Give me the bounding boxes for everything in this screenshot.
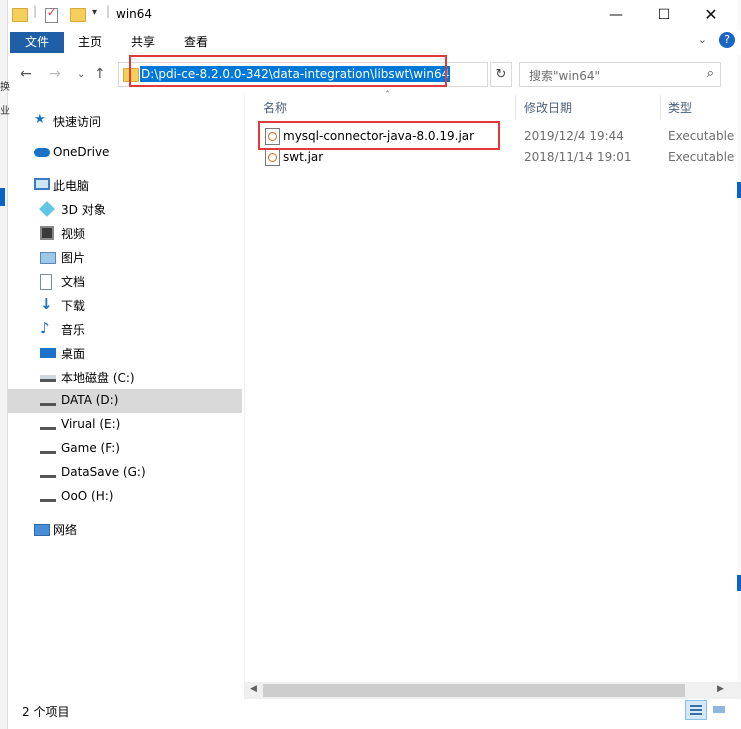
tab-home[interactable]: 主页	[72, 32, 108, 53]
desktop-icon	[40, 348, 56, 358]
folder-icon	[12, 8, 28, 22]
download-icon: ↓	[40, 295, 53, 313]
expand-ribbon-icon[interactable]: ⌄	[698, 33, 707, 46]
picture-icon	[40, 252, 56, 264]
tab-share[interactable]: 共享	[125, 32, 161, 53]
navigation-pane: ★ 快速访问 OneDrive 此电脑 3D 对象 视频 图片 文档 ↓ 下载 …	[8, 95, 244, 700]
nav-this-pc[interactable]: 此电脑	[8, 173, 242, 197]
address-highlight-box	[129, 55, 447, 87]
drive-icon	[40, 449, 56, 454]
window-title: win64	[116, 7, 153, 21]
separator: |	[33, 4, 38, 18]
column-divider[interactable]	[515, 95, 516, 119]
nav-desktop[interactable]: 桌面	[8, 341, 242, 365]
refresh-button[interactable]: ↻	[490, 62, 512, 87]
file-name: swt.jar	[283, 150, 324, 164]
nav-music[interactable]: ♪ 音乐	[8, 317, 242, 341]
nav-pictures[interactable]: 图片	[8, 245, 242, 269]
drive-icon	[40, 497, 56, 502]
separator: |	[106, 4, 111, 18]
nav-downloads[interactable]: ↓ 下载	[8, 293, 242, 317]
drive-c-icon	[40, 375, 56, 382]
item-count: 2 个项目	[22, 705, 70, 719]
status-bar: 2 个项目	[8, 700, 741, 729]
nav-drive-d[interactable]: DATA (D:)	[8, 389, 242, 413]
address-row: ← → ⌄ ↑ D:\pdi-ce-8.2.0.0-342\data-integ…	[8, 55, 741, 101]
recent-locations-icon[interactable]: ⌄	[77, 69, 85, 80]
music-icon: ♪	[40, 319, 50, 337]
nav-network[interactable]: 网络	[8, 517, 242, 541]
nav-drive-g[interactable]: DataSave (G:)	[8, 461, 242, 485]
new-folder-icon[interactable]	[70, 8, 86, 22]
nav-drive-e[interactable]: Virual (E:)	[8, 413, 242, 437]
background-window-edge: 换 业	[0, 0, 10, 729]
file-modified: 2019/12/4 19:44	[524, 129, 624, 143]
horizontal-scrollbar[interactable]: ◀ ▶	[245, 682, 741, 699]
file-list: ˆ 名称 修改日期 类型 mysql-connector-java-8.0.19…	[245, 91, 741, 685]
title-bar[interactable]: | ✓ ▾ | win64 — ☐ ✕	[8, 0, 741, 30]
nav-onedrive[interactable]: OneDrive	[8, 141, 242, 165]
column-divider[interactable]	[660, 95, 661, 119]
search-icon: ⌕	[706, 66, 714, 81]
nav-drive-c[interactable]: 本地磁盘 (C:)	[8, 365, 242, 389]
ribbon-tabs: 文件 主页 共享 查看 ⌄ ?	[8, 30, 741, 55]
properties-icon[interactable]: ✓	[45, 6, 58, 23]
cube-icon	[39, 201, 55, 217]
help-button[interactable]: ?	[719, 32, 735, 48]
nav-quick-access[interactable]: ★ 快速访问	[8, 109, 242, 133]
scroll-right-icon[interactable]: ▶	[717, 684, 724, 694]
star-icon: ★	[34, 112, 46, 127]
jar-file-icon	[265, 149, 280, 166]
file-modified: 2018/11/14 19:01	[524, 150, 632, 164]
drive-icon	[40, 473, 56, 478]
background-selection	[0, 188, 5, 206]
drive-icon	[40, 425, 56, 430]
scroll-left-icon[interactable]: ◀	[250, 684, 257, 694]
cloud-icon	[34, 148, 50, 157]
minimize-button[interactable]: —	[593, 0, 639, 30]
computer-icon	[34, 178, 50, 190]
back-button[interactable]: ←	[20, 66, 32, 82]
column-header-type[interactable]: 类型	[668, 99, 692, 116]
search-placeholder: 搜索"win64"	[529, 69, 601, 83]
column-header-modified[interactable]: 修改日期	[524, 99, 572, 116]
column-header-name[interactable]: 名称	[263, 99, 287, 116]
nav-3d-objects[interactable]: 3D 对象	[8, 197, 242, 221]
file-type: Executable	[668, 129, 735, 143]
nav-documents[interactable]: 文档	[8, 269, 242, 293]
up-button[interactable]: ↑	[94, 66, 106, 82]
file-highlight-box	[258, 121, 500, 150]
document-icon	[40, 274, 52, 290]
file-row[interactable]: swt.jar 2018/11/14 19:01 Executable	[255, 147, 741, 168]
tab-file[interactable]: 文件	[10, 32, 64, 53]
nav-videos[interactable]: 视频	[8, 221, 242, 245]
file-type: Executable	[668, 150, 735, 164]
nav-drive-h[interactable]: OoO (H:)	[8, 485, 242, 509]
nav-drive-f[interactable]: Game (F:)	[8, 437, 242, 461]
drive-icon	[40, 401, 56, 406]
maximize-button[interactable]: ☐	[641, 0, 687, 30]
forward-button[interactable]: →	[49, 66, 61, 82]
network-icon	[34, 524, 50, 536]
details-view-button[interactable]	[685, 700, 707, 720]
search-input[interactable]: 搜索"win64" ⌕	[519, 62, 721, 87]
video-icon	[40, 226, 54, 240]
large-icons-view-button[interactable]	[708, 700, 730, 720]
customize-toolbar-icon[interactable]: ▾	[92, 7, 97, 18]
close-button[interactable]: ✕	[688, 0, 734, 30]
scrollbar-thumb[interactable]	[263, 684, 685, 697]
tab-view[interactable]: 查看	[178, 32, 214, 53]
sort-indicator-icon: ˆ	[385, 91, 390, 101]
